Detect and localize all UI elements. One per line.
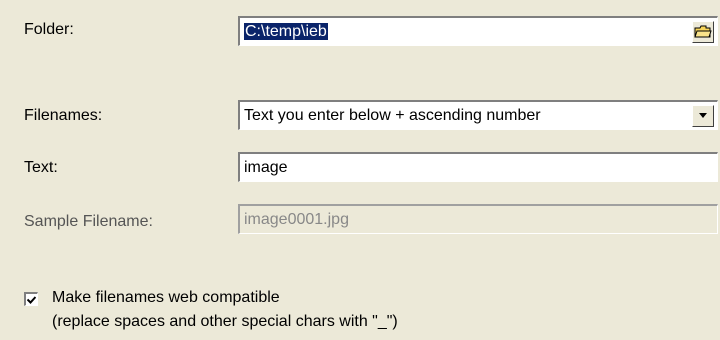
sample-filename-field: image0001.jpg <box>238 204 718 234</box>
web-compatible-description: (replace spaces and other special chars … <box>52 313 398 330</box>
chevron-down-icon <box>699 113 707 118</box>
sample-filename-value: image0001.jpg <box>244 211 349 228</box>
folder-path-value[interactable]: C:\temp\ieb <box>244 23 328 40</box>
text-input[interactable]: image <box>238 152 718 182</box>
sample-filename-label: Sample Filename: <box>24 213 153 230</box>
browse-folder-button[interactable] <box>692 21 714 43</box>
filenames-label: Filenames: <box>24 107 103 124</box>
checkmark-icon <box>27 295 36 304</box>
text-label: Text: <box>24 159 58 176</box>
folder-icon <box>694 25 712 38</box>
dropdown-arrow-button[interactable] <box>692 105 714 127</box>
filenames-dropdown[interactable]: Text you enter below + ascending number <box>238 100 718 130</box>
filenames-selected-value: Text you enter below + ascending number <box>244 107 541 124</box>
folder-field[interactable]: C:\temp\ieb <box>238 16 718 46</box>
folder-label: Folder: <box>24 21 74 38</box>
web-compatible-checkbox[interactable] <box>24 292 38 306</box>
web-compatible-label[interactable]: Make filenames web compatible <box>52 288 280 308</box>
text-input-value: image <box>244 159 288 176</box>
